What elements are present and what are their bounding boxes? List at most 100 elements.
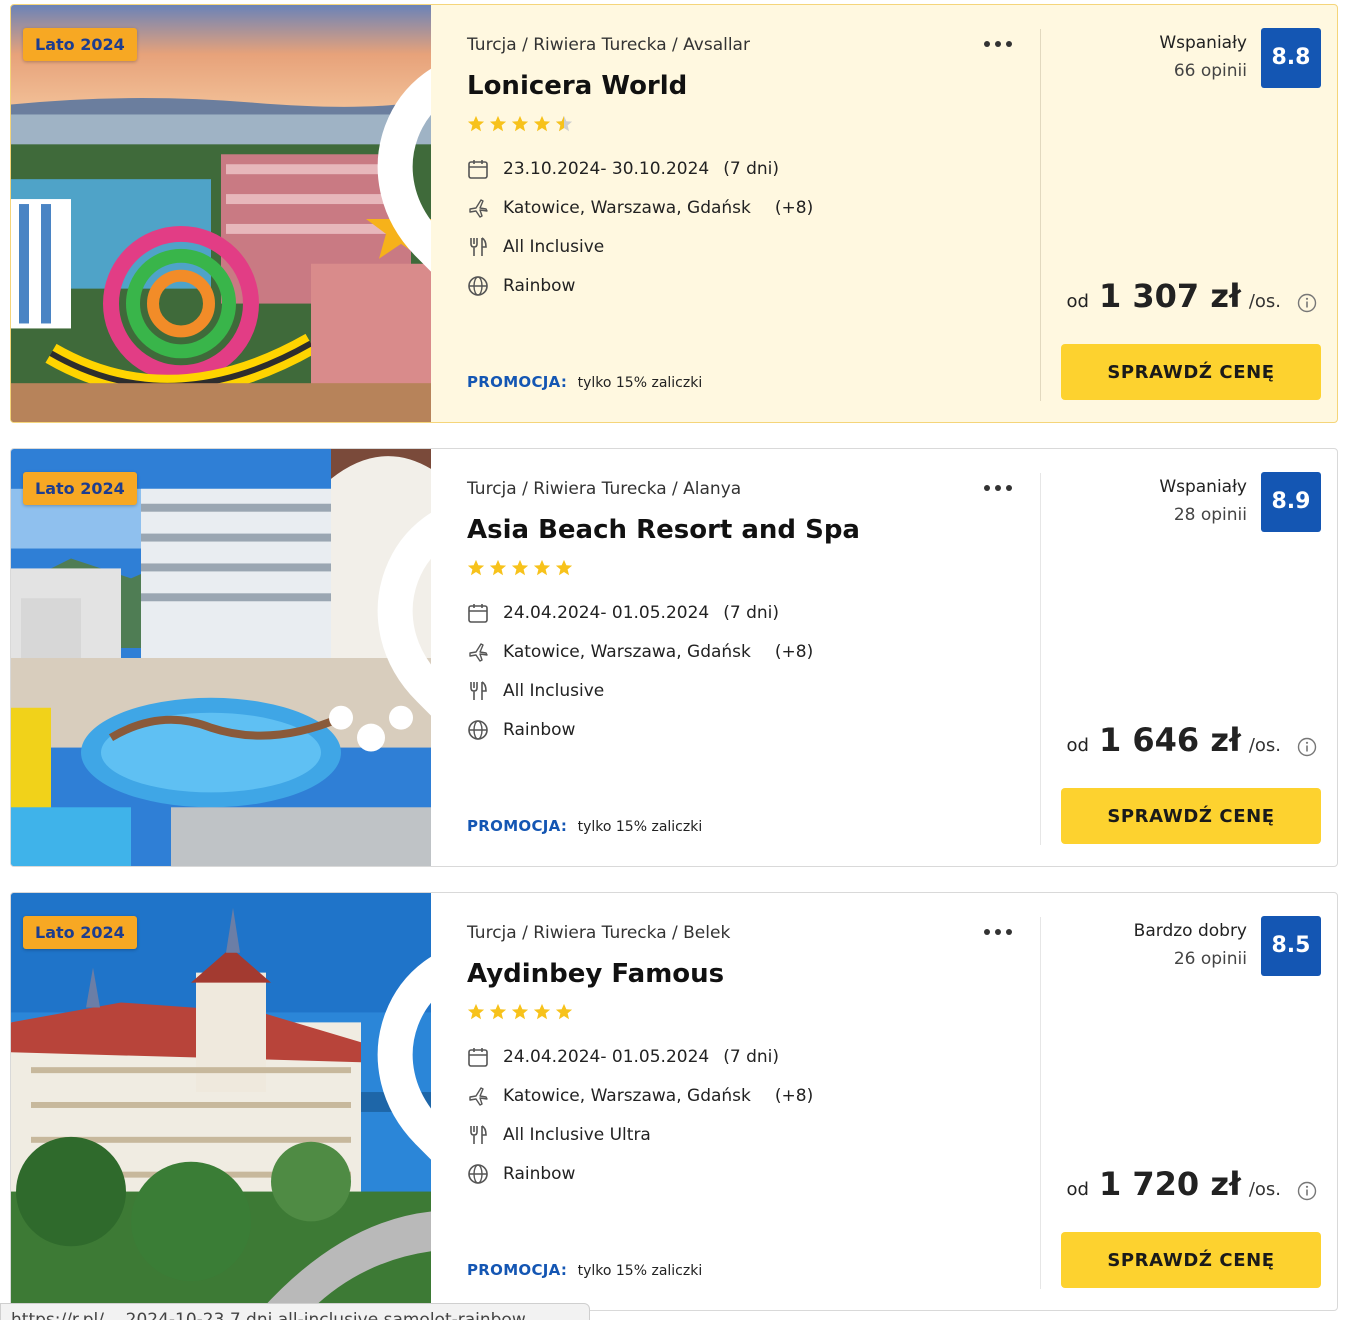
calendar-icon bbox=[468, 160, 488, 179]
promo-line: PROMOCJA: tylko 15% zaliczki bbox=[467, 1261, 702, 1279]
price-prefix: od bbox=[1066, 291, 1089, 312]
board-row: All Inclusive bbox=[467, 236, 604, 258]
departure-cities: Katowice, Warszawa, Gdańsk bbox=[503, 198, 751, 218]
hotel-name[interactable]: Aydinbey Famous bbox=[467, 959, 724, 989]
location-breadcrumb[interactable]: Turcja / Riwiera Turecka / Alanya bbox=[467, 479, 741, 499]
hotel-name[interactable]: Asia Beach Resort and Spa bbox=[467, 515, 860, 545]
travel-dates: 24.04.2024- 01.05.2024 bbox=[503, 603, 710, 623]
check-price-button[interactable]: SPRAWDŹ CENĘ bbox=[1061, 1232, 1321, 1288]
info-circle-icon[interactable] bbox=[1297, 293, 1317, 313]
tour-operator: Rainbow bbox=[503, 1164, 576, 1184]
reviews-count[interactable]: 28 opinii bbox=[1174, 505, 1247, 525]
divider bbox=[1040, 917, 1041, 1289]
hotel-stars bbox=[467, 115, 573, 133]
hotel-photo-waterpark bbox=[11, 5, 431, 422]
tour-operator: Rainbow bbox=[503, 276, 576, 296]
offer-card[interactable]: Lato 2024 Turcja / Riwiera Turecka / Bel… bbox=[10, 892, 1338, 1311]
star-icon bbox=[467, 1003, 485, 1020]
reviews-count[interactable]: 66 opinii bbox=[1174, 61, 1247, 81]
price-amount: 1 720 zł bbox=[1098, 1165, 1241, 1203]
departure-row: Katowice, Warszawa, Gdańsk (+8) bbox=[467, 1085, 813, 1107]
promo-label: PROMOCJA: bbox=[467, 373, 568, 391]
date-row: 24.04.2024- 01.05.2024 (7 dni) bbox=[467, 602, 779, 624]
heart-outline-icon[interactable] bbox=[371, 913, 431, 1310]
star-icon bbox=[533, 559, 551, 576]
check-price-button[interactable]: SPRAWDŹ CENĘ bbox=[1061, 344, 1321, 400]
hotel-photo[interactable]: Lato 2024 bbox=[11, 5, 431, 422]
heart-outline-icon[interactable] bbox=[371, 469, 431, 866]
operator-row: Rainbow bbox=[467, 719, 575, 741]
board-row: All Inclusive Ultra bbox=[467, 1124, 651, 1146]
offer-info: Turcja / Riwiera Turecka / Alanya Asia B… bbox=[467, 449, 1037, 866]
rating-score: 8.9 bbox=[1261, 472, 1321, 532]
travel-dates: 24.04.2024- 01.05.2024 bbox=[503, 1047, 710, 1067]
promo-label: PROMOCJA: bbox=[467, 1261, 568, 1279]
hotel-stars bbox=[467, 559, 573, 577]
star-icon bbox=[533, 1003, 551, 1020]
info-circle-icon[interactable] bbox=[1297, 1181, 1317, 1201]
offer-card[interactable]: Lato 2024 Turcja / Riwiera Turecka / Avs… bbox=[10, 4, 1338, 423]
star-icon bbox=[467, 559, 485, 576]
heart-outline-icon[interactable] bbox=[371, 25, 431, 422]
star-icon bbox=[533, 115, 551, 132]
plane-icon bbox=[469, 199, 488, 218]
board-type: All Inclusive bbox=[503, 681, 605, 701]
departure-more[interactable]: (+8) bbox=[775, 198, 813, 218]
location-breadcrumb[interactable]: Turcja / Riwiera Turecka / Belek bbox=[467, 923, 730, 943]
plane-icon bbox=[469, 643, 488, 662]
board-row: All Inclusive bbox=[467, 680, 604, 702]
star-icon bbox=[489, 115, 507, 132]
departure-more[interactable]: (+8) bbox=[775, 1086, 813, 1106]
reviews-count[interactable]: 26 opinii bbox=[1174, 949, 1247, 969]
date-row: 23.10.2024- 30.10.2024 (7 dni) bbox=[467, 158, 779, 180]
rating-score: 8.5 bbox=[1261, 916, 1321, 976]
calendar-icon bbox=[468, 604, 488, 623]
divider bbox=[1040, 473, 1041, 845]
departure-more[interactable]: (+8) bbox=[775, 642, 813, 662]
departure-row: Katowice, Warszawa, Gdańsk (+8) bbox=[467, 641, 813, 663]
promo-text: tylko 15% zaliczki bbox=[577, 375, 703, 391]
star-icon bbox=[555, 559, 573, 576]
promo-line: PROMOCJA: tylko 15% zaliczki bbox=[467, 373, 702, 391]
more-dots-icon[interactable] bbox=[981, 33, 1015, 55]
status-bar-url: https://r.pl/... 2024-10-23 7 dni all-in… bbox=[0, 1303, 590, 1320]
operator-row: Rainbow bbox=[467, 275, 575, 297]
star-icon bbox=[555, 1003, 573, 1020]
hotel-name[interactable]: Lonicera World bbox=[467, 71, 687, 101]
operator-row: Rainbow bbox=[467, 1163, 575, 1185]
hotel-photo-resort bbox=[11, 893, 431, 1310]
globe-icon bbox=[468, 1164, 488, 1184]
cutlery-icon bbox=[470, 1125, 487, 1144]
hotel-photo[interactable]: Lato 2024 bbox=[11, 893, 431, 1310]
price: od 1 720 zł /os. bbox=[1067, 1165, 1281, 1203]
promo-text: tylko 15% zaliczki bbox=[577, 1263, 703, 1279]
globe-icon bbox=[468, 720, 488, 740]
date-row: 24.04.2024- 01.05.2024 (7 dni) bbox=[467, 1046, 779, 1068]
check-price-button[interactable]: SPRAWDŹ CENĘ bbox=[1061, 788, 1321, 844]
offer-card[interactable]: Lato 2024 Turcja / Riwiera Turecka / Ala… bbox=[10, 448, 1338, 867]
hotel-photo[interactable]: Lato 2024 bbox=[11, 449, 431, 866]
info-circle-icon[interactable] bbox=[1297, 737, 1317, 757]
more-dots-icon[interactable] bbox=[981, 477, 1015, 499]
price-unit: /os. bbox=[1248, 1179, 1281, 1200]
trip-duration: (7 dni) bbox=[723, 159, 779, 179]
season-badge: Lato 2024 bbox=[23, 28, 137, 61]
season-badge: Lato 2024 bbox=[23, 916, 137, 949]
star-icon bbox=[511, 559, 529, 576]
calendar-icon bbox=[468, 1048, 488, 1067]
departure-cities: Katowice, Warszawa, Gdańsk bbox=[503, 642, 751, 662]
location-breadcrumb[interactable]: Turcja / Riwiera Turecka / Avsallar bbox=[467, 35, 750, 55]
tour-operator: Rainbow bbox=[503, 720, 576, 740]
half-star-icon bbox=[555, 115, 573, 132]
departure-row: Katowice, Warszawa, Gdańsk (+8) bbox=[467, 197, 813, 219]
star-icon bbox=[489, 559, 507, 576]
cutlery-icon bbox=[470, 237, 487, 256]
hotel-photo-pool bbox=[11, 449, 431, 866]
price-amount: 1 307 zł bbox=[1098, 277, 1241, 315]
rating-score: 8.8 bbox=[1261, 28, 1321, 88]
more-dots-icon[interactable] bbox=[981, 921, 1015, 943]
rating-label: Wspaniały bbox=[1159, 477, 1247, 497]
trip-duration: (7 dni) bbox=[723, 1047, 779, 1067]
promo-text: tylko 15% zaliczki bbox=[577, 819, 703, 835]
plane-icon bbox=[469, 1087, 488, 1106]
